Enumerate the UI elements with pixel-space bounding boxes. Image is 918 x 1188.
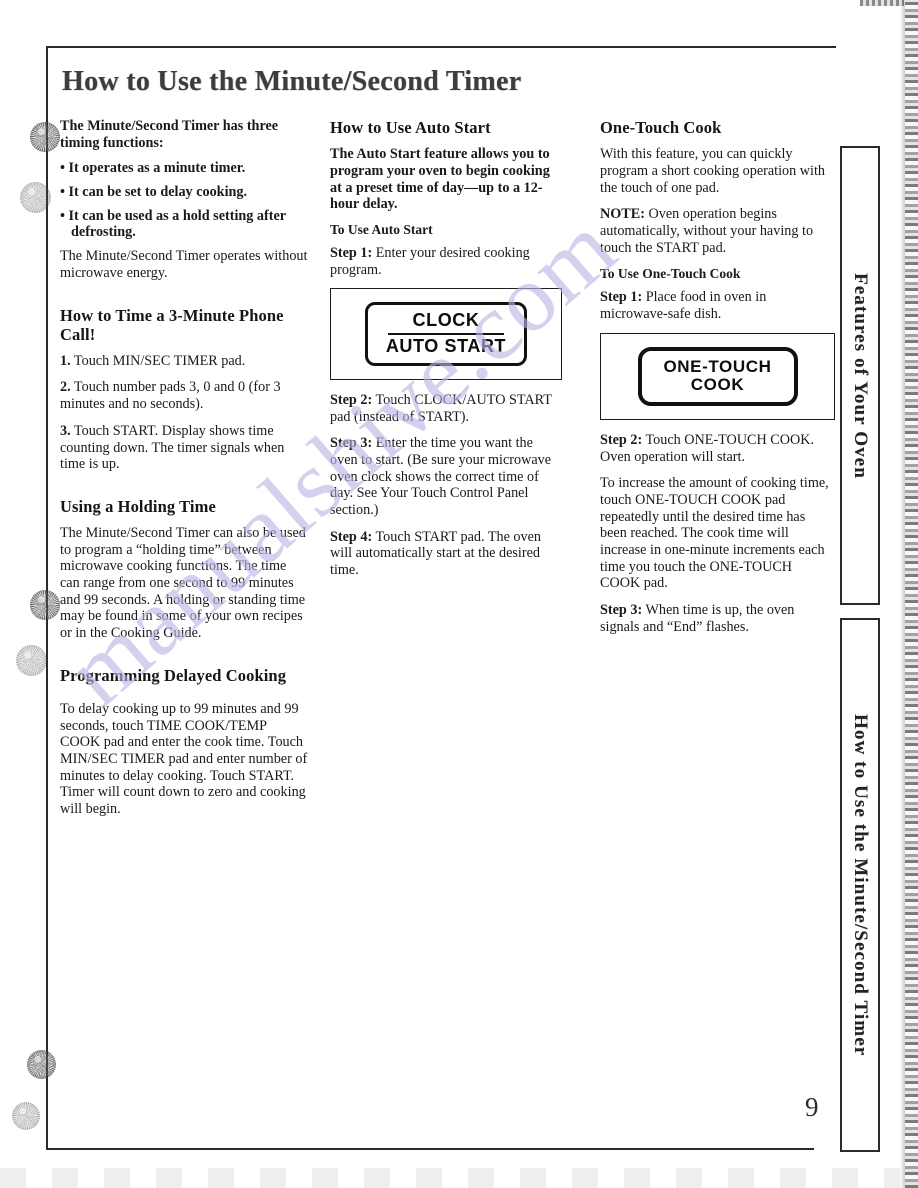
column-one: The Minute/Second Timer has three timing… [60, 118, 308, 828]
scan-blob-artifact [30, 590, 60, 620]
page-title: How to Use the Minute/Second Timer [62, 66, 522, 97]
auto-start-step-3: Step 3: Enter the time you want the oven… [330, 435, 562, 518]
page-bottom-rule [46, 1148, 814, 1150]
auto-start-step-2: Step 2: Touch CLOCK/AUTO START pad (inst… [330, 392, 562, 425]
timer-function-bullet-2: • It can be set to delay cooking. [60, 184, 248, 201]
timer-function-bullet-3: • It can be used as a hold setting after… [60, 207, 286, 241]
delayed-cooking-body: To delay cooking up to 99 minutes and 99… [60, 700, 308, 818]
phone-step-2: 2. Touch number pads 3, 0 and 0 (for 3 m… [60, 379, 308, 412]
one-touch-step-2-lead: Step 2: [600, 431, 643, 448]
timer-energy-note: The Minute/Second Timer operates without… [60, 248, 308, 281]
side-tab-features-of-your-oven[interactable]: Features of Your Oven [840, 146, 880, 605]
auto-start-step-1: Step 1: Enter your desired cooking progr… [330, 245, 562, 278]
column-two: How to Use Auto Start The Auto Start fea… [330, 118, 562, 589]
one-touch-cook-pad[interactable]: ONE-TOUCH COOK [637, 346, 798, 406]
one-touch-increase-body: To increase the amount of cooking time, … [600, 475, 829, 592]
phone-step-2-lead: 2. [60, 379, 71, 396]
subheading-to-use-auto-start: To Use Auto Start [330, 221, 433, 237]
auto-start-step-4: Step 4: Touch START pad. The oven will a… [330, 529, 562, 579]
scan-blob-artifact [20, 182, 51, 213]
timer-function-bullet-1: • It operates as a minute timer. [60, 160, 246, 177]
subheading-to-use-one-touch-cook: To Use One-Touch Cook [600, 266, 741, 282]
page-number: 9 [805, 1092, 819, 1122]
one-touch-cook-pad-line-2: COOK [690, 374, 745, 394]
scan-blob-artifact [12, 1102, 40, 1130]
scan-edge-shadow [900, 0, 905, 1188]
one-touch-cook-note: NOTE: Oven operation begins automaticall… [600, 206, 835, 256]
scan-blob-artifact [27, 1050, 56, 1079]
one-touch-step-1: Step 1: Place food in oven in microwave-… [600, 289, 835, 322]
auto-start-step-3-lead: Step 3: [330, 435, 373, 452]
one-touch-cook-pad-line-1: ONE-TOUCH [663, 356, 772, 376]
side-tab-features-text-wrap: Features of Your Oven [842, 148, 878, 603]
timer-intro-text: The Minute/Second Timer has three timing… [60, 118, 279, 151]
one-touch-step-3: Step 3: When time is up, the oven signal… [600, 602, 835, 635]
heading-delayed-cooking: Programming Delayed Cooking [60, 665, 287, 685]
side-tab-features-label: Features of Your Oven [850, 272, 871, 479]
phone-step-1-lead: 1. [60, 352, 71, 369]
heading-one-touch-cook: One-Touch Cook [600, 118, 722, 137]
phone-step-1-text: Touch MIN/SEC TIMER pad. [70, 352, 246, 369]
holding-time-body: The Minute/Second Timer can also be used… [60, 525, 306, 642]
clock-auto-start-pad-line-2: AUTO START [385, 335, 507, 356]
one-touch-cook-pad-illustration: ONE-TOUCH COOK [600, 332, 835, 420]
heading-holding-time: Using a Holding Time [60, 496, 216, 516]
heading-auto-start: How to Use Auto Start [330, 118, 491, 137]
one-touch-cook-note-lead: NOTE: [600, 206, 645, 223]
auto-start-step-1-lead: Step 1: [330, 245, 373, 262]
column-three: One-Touch Cook With this feature, you ca… [600, 118, 835, 645]
auto-start-step-2-lead: Step 2: [330, 391, 373, 408]
phone-step-2-text: Touch number pads 3, 0 and 0 (for 3 minu… [60, 379, 281, 413]
clock-auto-start-pad-divider [388, 332, 504, 335]
page-top-rule [46, 46, 836, 48]
one-touch-step-2: Step 2: Touch ONE-TOUCH COOK. Oven opera… [600, 432, 835, 465]
clock-auto-start-pad-line-1: CLOCK [412, 310, 480, 331]
phone-step-3: 3. Touch START. Display shows time count… [60, 423, 308, 473]
side-tab-howto-text-wrap: How to Use the Minute/Second Timer [842, 620, 878, 1150]
scan-blob-artifact [16, 645, 47, 676]
auto-start-step-4-lead: Step 4: [330, 528, 373, 545]
phone-step-3-lead: 3. [60, 422, 71, 439]
scan-blob-artifact [30, 122, 60, 152]
scan-edge-artifact [905, 0, 918, 1188]
scan-top-strip-artifact [860, 0, 904, 6]
side-tab-how-to-use-minute-second-timer[interactable]: How to Use the Minute/Second Timer [840, 618, 880, 1152]
phone-step-1: 1. Touch MIN/SEC TIMER pad. [60, 353, 308, 370]
auto-start-intro: The Auto Start feature allows you to pro… [330, 146, 550, 213]
one-touch-cook-intro: With this feature, you can quickly progr… [600, 146, 825, 196]
clock-auto-start-pad-illustration: CLOCK AUTO START [330, 288, 562, 380]
heading-phone-call: How to Time a 3-Minute Phone Call! [60, 305, 284, 344]
phone-step-3-text: Touch START. Display shows time counting… [60, 422, 285, 473]
one-touch-step-1-lead: Step 1: [600, 289, 643, 306]
clock-auto-start-pad[interactable]: CLOCK AUTO START [365, 302, 527, 366]
scan-bottom-band-artifact [0, 1168, 900, 1188]
side-tab-howto-label: How to Use the Minute/Second Timer [850, 713, 871, 1057]
one-touch-step-3-lead: Step 3: [600, 602, 643, 619]
